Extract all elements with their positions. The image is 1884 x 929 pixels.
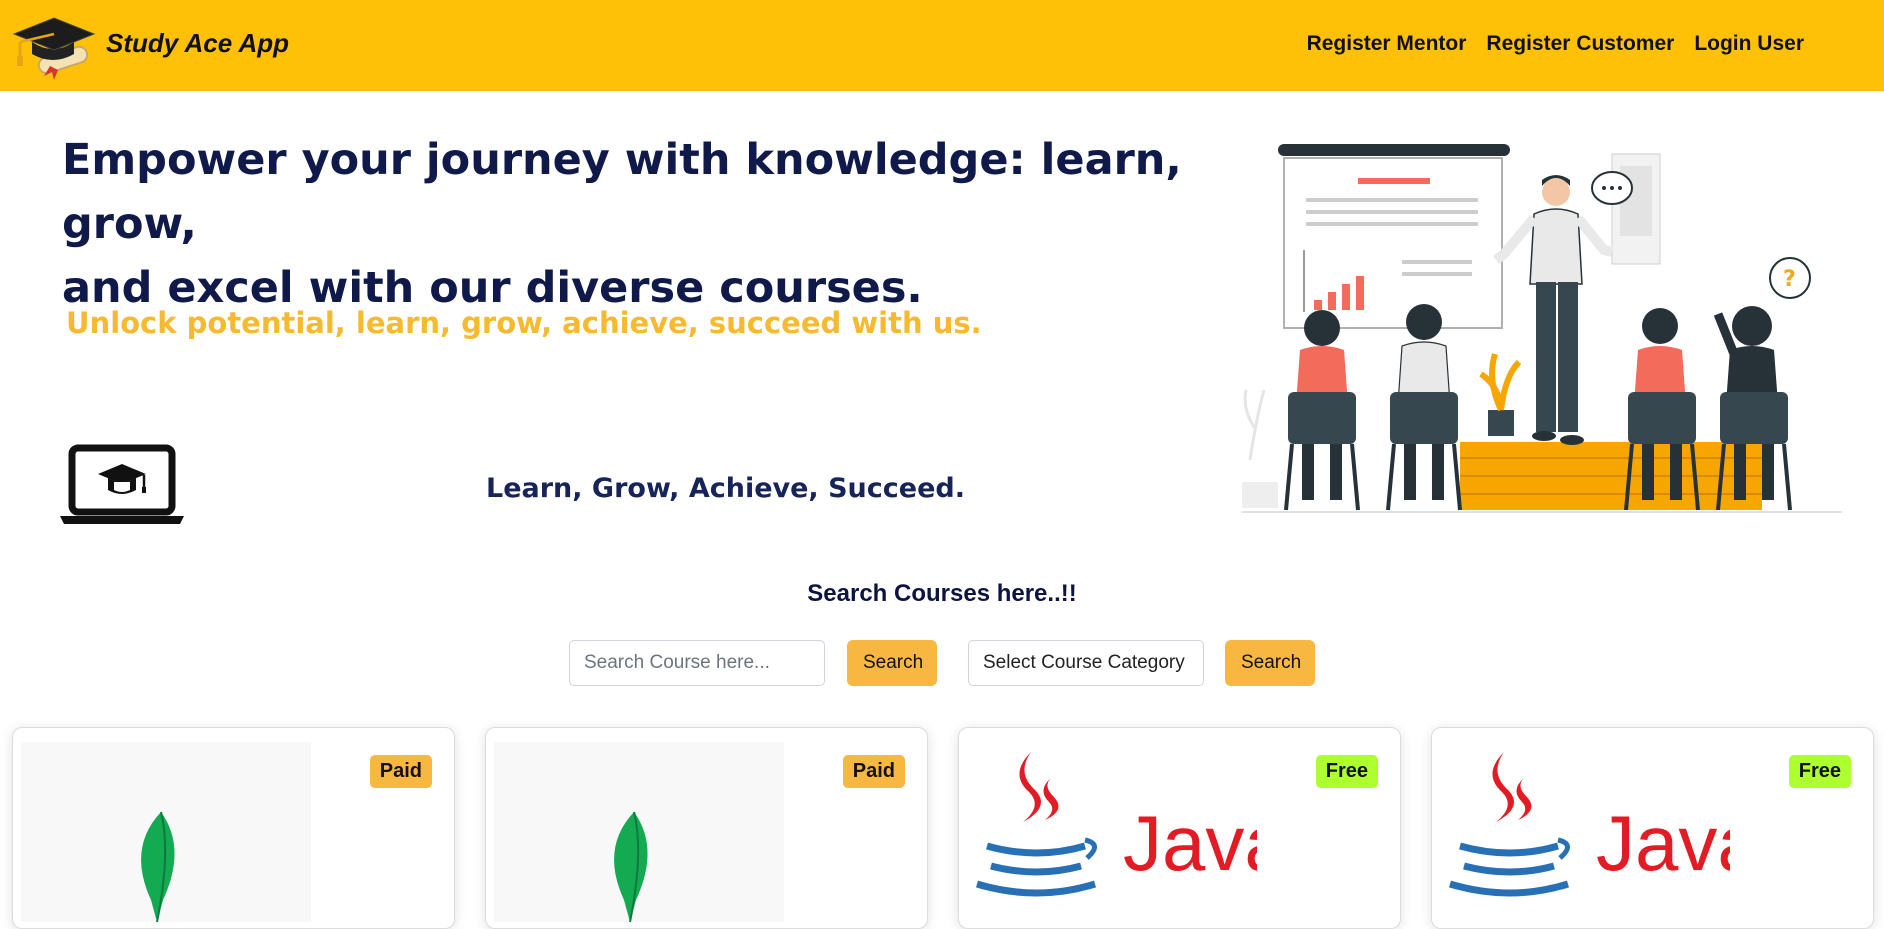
course-card[interactable]: Java Free bbox=[1431, 727, 1874, 929]
brand-title[interactable]: Study Ace App bbox=[106, 28, 289, 59]
graduation-cap-icon[interactable] bbox=[10, 12, 96, 80]
java-logo-text: Java bbox=[1123, 799, 1257, 887]
nav-register-customer[interactable]: Register Customer bbox=[1486, 32, 1674, 56]
hero-subheading: Unlock potential, learn, grow, achieve, … bbox=[66, 306, 982, 340]
course-search-input[interactable] bbox=[569, 640, 825, 686]
nav-links: Register Mentor Register Customer Login … bbox=[1307, 32, 1804, 56]
mongodb-leaf-icon bbox=[494, 742, 784, 922]
java-logo-text: Java bbox=[1596, 799, 1730, 887]
category-search-button[interactable]: Search bbox=[1225, 640, 1315, 686]
java-logo-icon: Java bbox=[975, 752, 1257, 897]
classroom-illustration: ? bbox=[1242, 144, 1842, 513]
laptop-graduation-icon bbox=[60, 444, 184, 524]
course-card[interactable]: Paid bbox=[12, 727, 455, 929]
price-badge: Free bbox=[1788, 755, 1851, 788]
search-title: Search Courses here..!! bbox=[807, 580, 1077, 607]
hero-heading: Empower your journey with knowledge: lea… bbox=[62, 128, 1222, 320]
svg-text:?: ? bbox=[1783, 267, 1796, 292]
hero-heading-line1: Empower your journey with knowledge: lea… bbox=[62, 135, 1182, 249]
course-card[interactable]: Java Free bbox=[958, 727, 1401, 929]
mongodb-leaf-icon bbox=[21, 742, 311, 922]
price-badge: Free bbox=[1315, 755, 1378, 788]
price-badge: Paid bbox=[369, 755, 432, 788]
course-category-select[interactable]: Select Course Category bbox=[968, 640, 1204, 686]
nav-login-user[interactable]: Login User bbox=[1694, 32, 1804, 56]
java-logo-icon: Java bbox=[1448, 752, 1730, 897]
navbar: Study Ace App Register Mentor Register C… bbox=[0, 0, 1884, 91]
hero-tagline: Learn, Grow, Achieve, Succeed. bbox=[486, 473, 965, 504]
search-button[interactable]: Search bbox=[847, 640, 937, 686]
course-card[interactable]: Paid bbox=[485, 727, 928, 929]
nav-register-mentor[interactable]: Register Mentor bbox=[1307, 32, 1467, 56]
price-badge: Paid bbox=[842, 755, 905, 788]
